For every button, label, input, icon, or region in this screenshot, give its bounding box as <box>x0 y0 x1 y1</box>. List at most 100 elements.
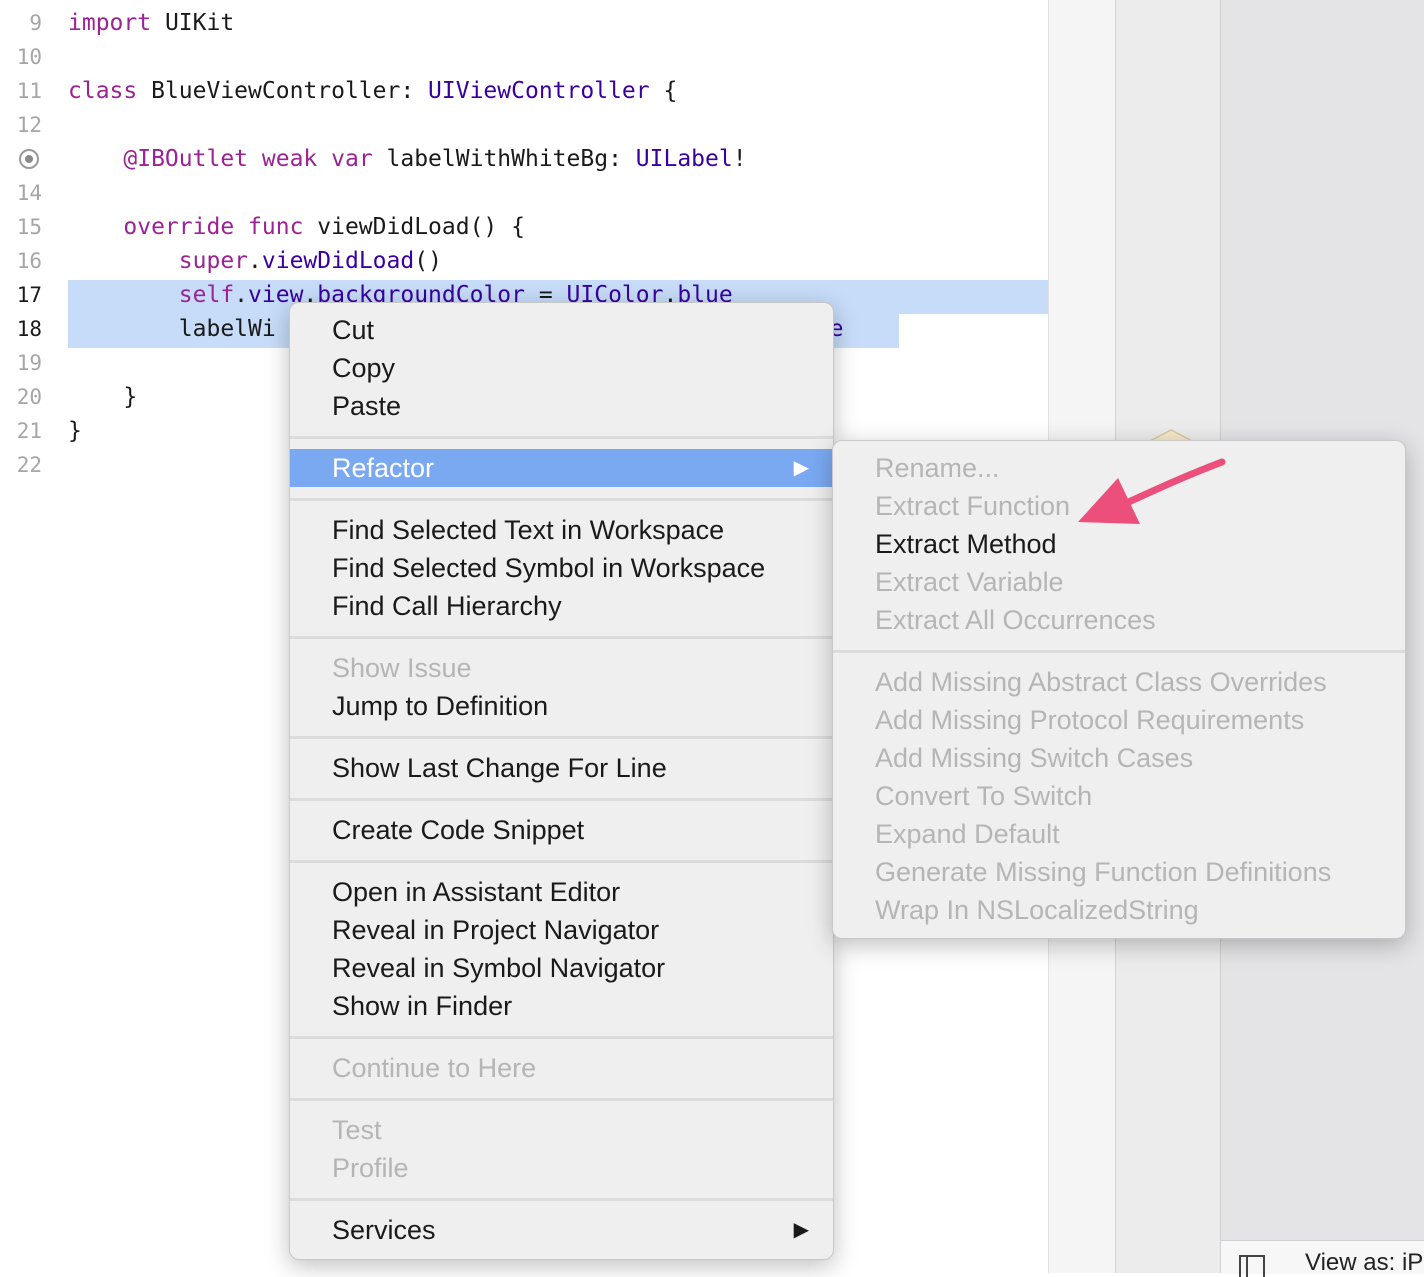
code-token: @IBOutlet <box>123 146 249 172</box>
menu-separator <box>290 798 833 801</box>
menu-item-label: Show Issue <box>332 653 472 683</box>
menu-item-test[interactable]: Test <box>290 1111 833 1149</box>
menu-item-show-issue[interactable]: Show Issue <box>290 649 833 687</box>
menu-item-copy[interactable]: Copy <box>290 349 833 387</box>
menu-item-create-code-snippet[interactable]: Create Code Snippet <box>290 811 833 849</box>
menu-item-label: Convert To Switch <box>875 781 1093 811</box>
menu-item-find-selected-symbol-in-workspace[interactable]: Find Selected Symbol in Workspace <box>290 549 833 587</box>
code-token: labelWithWhiteBg: <box>372 146 636 172</box>
code-line[interactable]: 14 <box>0 176 1048 210</box>
code-line[interactable]: 10 <box>0 40 1048 74</box>
menu-item-label: Continue to Here <box>332 1053 537 1083</box>
menu-item-add-missing-switch-cases[interactable]: Add Missing Switch Cases <box>833 739 1405 777</box>
code-line[interactable]: @IBOutlet weak var labelWithWhiteBg: UIL… <box>0 142 1048 176</box>
menu-item-label: Find Selected Text in Workspace <box>332 515 725 545</box>
menu-item-label: Generate Missing Function Definitions <box>875 857 1332 887</box>
menu-item-reveal-in-project-navigator[interactable]: Reveal in Project Navigator <box>290 911 833 949</box>
menu-item-extract-all-occurrences[interactable]: Extract All Occurrences <box>833 601 1405 639</box>
line-number: 17 <box>16 283 42 307</box>
code-text: } <box>68 380 137 414</box>
code-text: @IBOutlet weak var labelWithWhiteBg: UIL… <box>68 142 747 176</box>
menu-item-find-selected-text-in-workspace[interactable]: Find Selected Text in Workspace <box>290 511 833 549</box>
menu-item-label: Services <box>332 1215 436 1245</box>
menu-item-label: Add Missing Switch Cases <box>875 743 1194 773</box>
menu-item-profile[interactable]: Profile <box>290 1149 833 1187</box>
device-layout-icon[interactable] <box>1239 1255 1265 1277</box>
line-number: 11 <box>16 79 42 103</box>
menu-item-label: Profile <box>332 1153 409 1183</box>
menu-item-jump-to-definition[interactable]: Jump to Definition <box>290 687 833 725</box>
line-number: 15 <box>16 215 42 239</box>
code-token: . <box>248 248 262 274</box>
menu-item-show-in-finder[interactable]: Show in Finder <box>290 987 833 1025</box>
menu-item-label: Reveal in Project Navigator <box>332 915 660 945</box>
interface-builder-bottom-bar: View as: iP <box>1221 1240 1424 1277</box>
line-number: 18 <box>16 317 42 341</box>
line-number: 16 <box>16 249 42 273</box>
code-line[interactable]: 15 override func viewDidLoad() { <box>0 210 1048 244</box>
code-text: } <box>68 414 82 448</box>
code-token: () <box>414 248 442 274</box>
code-token: UILabel <box>635 146 733 172</box>
menu-item-label: Test <box>332 1115 382 1145</box>
menu-item-label: Open in Assistant Editor <box>332 877 621 907</box>
menu-separator <box>290 1036 833 1039</box>
code-line[interactable]: 16 super.viewDidLoad() <box>0 244 1048 278</box>
menu-item-label: Rename... <box>875 453 1000 483</box>
menu-item-label: Refactor <box>332 453 435 483</box>
menu-item-label: Extract Function <box>875 491 1071 521</box>
menu-item-refactor[interactable]: Refactor ▶ <box>290 449 833 487</box>
code-token: weak <box>261 146 318 172</box>
code-text: class BlueViewController: UIViewControll… <box>68 74 677 108</box>
line-number: 21 <box>16 419 42 443</box>
code-token: } <box>68 384 138 410</box>
menu-item-label: Extract Method <box>875 529 1057 559</box>
code-line[interactable]: 12 <box>0 108 1048 142</box>
menu-separator <box>833 650 1405 653</box>
code-token: { <box>649 78 678 104</box>
code-token: viewDidLoad <box>261 248 415 274</box>
code-token: override <box>123 214 235 240</box>
code-token: ! <box>732 146 747 172</box>
code-line[interactable]: 11 class BlueViewController: UIViewContro… <box>0 74 1048 108</box>
menu-item-label: Add Missing Protocol Requirements <box>875 705 1305 735</box>
menu-item-extract-method[interactable]: Extract Method <box>833 525 1405 563</box>
menu-item-add-missing-abstract-class-overrides[interactable]: Add Missing Abstract Class Overrides <box>833 663 1405 701</box>
menu-item-show-last-change-for-line[interactable]: Show Last Change For Line <box>290 749 833 787</box>
menu-separator <box>290 436 833 439</box>
menu-item-label: Jump to Definition <box>332 691 549 721</box>
menu-item-cut[interactable]: Cut <box>290 311 833 349</box>
menu-item-wrap-in-nslocalizedstring[interactable]: Wrap In NSLocalizedString <box>833 891 1405 929</box>
menu-item-open-in-assistant-editor[interactable]: Open in Assistant Editor <box>290 873 833 911</box>
menu-item-add-missing-protocol-requirements[interactable]: Add Missing Protocol Requirements <box>833 701 1405 739</box>
menu-item-reveal-in-symbol-navigator[interactable]: Reveal in Symbol Navigator <box>290 949 833 987</box>
code-token: super <box>178 248 249 274</box>
menu-item-label: Wrap In NSLocalizedString <box>875 895 1199 925</box>
annotation-arrow-icon <box>1078 458 1226 524</box>
menu-item-generate-missing-function-definitions[interactable]: Generate Missing Function Definitions <box>833 853 1405 891</box>
menu-item-continue-to-here[interactable]: Continue to Here <box>290 1049 833 1087</box>
code-token: . <box>234 282 249 308</box>
menu-item-label: Paste <box>332 391 402 421</box>
menu-item-find-call-hierarchy[interactable]: Find Call Hierarchy <box>290 587 833 625</box>
menu-separator <box>290 498 833 501</box>
code-line[interactable]: 9 import UIKit <box>0 6 1048 40</box>
menu-item-paste[interactable]: Paste <box>290 387 833 425</box>
menu-item-label: Copy <box>332 353 396 383</box>
code-token: self <box>178 282 235 308</box>
code-text: super.viewDidLoad() <box>68 244 442 278</box>
menu-item-convert-to-switch[interactable]: Convert To Switch <box>833 777 1405 815</box>
line-number: 22 <box>16 453 42 477</box>
menu-item-extract-variable[interactable]: Extract Variable <box>833 563 1405 601</box>
menu-item-services[interactable]: Services ▶ <box>290 1211 833 1249</box>
context-menu: Cut Copy Paste Refactor ▶ Find Selected Text … <box>289 302 834 1260</box>
menu-item-expand-default[interactable]: Expand Default <box>833 815 1405 853</box>
line-number: 14 <box>16 181 42 205</box>
menu-item-label: Create Code Snippet <box>332 815 585 845</box>
